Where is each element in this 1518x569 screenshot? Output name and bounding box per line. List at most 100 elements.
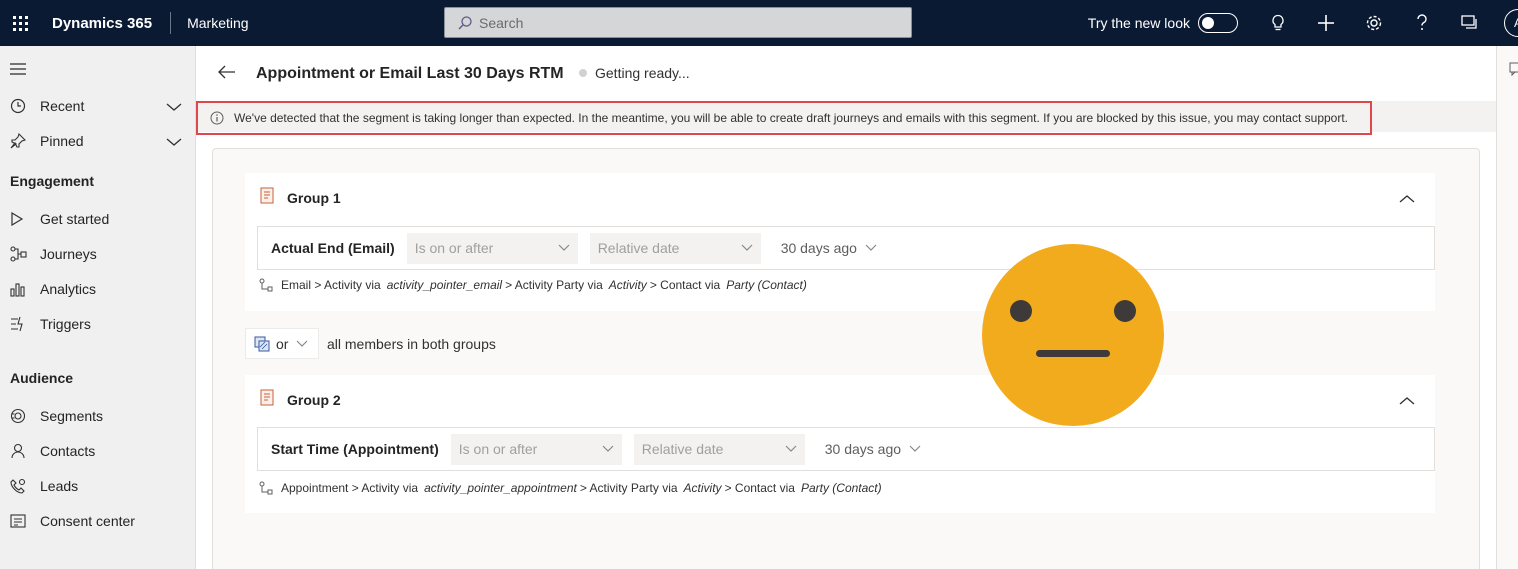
path-segment: > Contact via <box>724 481 795 495</box>
chevron-down-icon <box>865 244 877 251</box>
relationship-icon <box>259 278 273 292</box>
chat-icon[interactable] <box>1509 62 1518 79</box>
path-segment: > Activity Party via <box>579 481 678 495</box>
trigger-icon <box>10 316 30 332</box>
group-icon <box>259 389 277 410</box>
sidebar-item-label: Triggers <box>40 315 91 332</box>
combinator-description: all members in both groups <box>327 335 496 352</box>
search-placeholder: Search <box>479 14 524 31</box>
sidebar-item-label: Consent center <box>40 512 135 529</box>
plus-icon[interactable] <box>1302 0 1350 46</box>
path-segment: Activity <box>683 481 722 495</box>
search-box[interactable]: Search <box>444 7 912 38</box>
attribute-name: Start Time (Appointment) <box>271 441 439 457</box>
sidebar-item-journeys[interactable]: Journeys <box>0 236 196 271</box>
path-segment: > Contact via <box>649 278 721 292</box>
status-text: Getting ready... <box>595 65 690 81</box>
chevron-down-icon <box>909 445 921 452</box>
combinator-dropdown[interactable]: or <box>245 328 319 359</box>
try-new-look-label: Try the new look <box>1087 15 1190 31</box>
relative-value-dropdown[interactable]: 30 days ago <box>773 233 885 264</box>
combinator-row: or all members in both groups <box>245 328 496 359</box>
operator-dropdown[interactable]: Is on or after <box>406 232 578 264</box>
hamburger-icon[interactable] <box>10 62 26 78</box>
new-look-toggle[interactable] <box>1198 13 1238 33</box>
sidebar-heading-audience: Audience <box>10 370 74 386</box>
relationship-path: Email > Activity via activity_pointer_em… <box>259 278 810 292</box>
path-segment: activity_pointer_email <box>386 278 503 292</box>
module-name[interactable]: Marketing <box>187 15 248 31</box>
operator-value: Is on or after <box>414 240 494 256</box>
person-icon <box>10 443 30 459</box>
sidebar-item-label: Leads <box>40 477 79 494</box>
app-name[interactable]: Dynamics 365 <box>52 15 152 32</box>
value-type-dropdown[interactable]: Relative date <box>633 433 805 465</box>
condition-row: Start Time (Appointment) Is on or after … <box>257 427 1435 471</box>
analytics-icon <box>10 281 30 297</box>
value-type-value: Relative date <box>641 441 724 457</box>
sidebar-item-analytics[interactable]: Analytics <box>0 271 196 306</box>
group-title: Group 2 <box>287 391 341 408</box>
main-content: Appointment or Email Last 30 Days RTM Ge… <box>196 46 1518 569</box>
page-title: Appointment or Email Last 30 Days RTM <box>256 65 564 82</box>
sidebar-item-recent[interactable]: Recent <box>0 88 196 123</box>
sidebar-heading-engagement: Engagement <box>10 173 95 189</box>
app-launcher-button[interactable] <box>0 0 40 46</box>
value-type-dropdown[interactable]: Relative date <box>589 232 761 264</box>
sidebar-item-label: Get started <box>40 210 110 227</box>
operator-dropdown[interactable]: Is on or after <box>450 433 622 465</box>
segment-canvas: Group 1 Actual End (Email) Is on or afte… <box>212 148 1480 569</box>
path-segment: Party (Contact) <box>800 481 882 495</box>
clock-icon <box>10 98 30 114</box>
group-card-1: Group 1 Actual End (Email) Is on or afte… <box>245 173 1435 311</box>
combine-icon <box>254 336 270 351</box>
path-segment: Email > Activity via <box>281 278 381 292</box>
path-segment: Appointment > Activity via <box>281 481 419 495</box>
sidebar-item-contacts[interactable]: Contacts <box>0 433 196 468</box>
chevron-down-icon <box>558 244 570 251</box>
attribute-name: Actual End (Email) <box>271 240 395 256</box>
sidebar-item-label: Pinned <box>40 132 84 149</box>
sidebar-item-label: Contacts <box>40 442 96 459</box>
combinator-value: or <box>276 335 289 352</box>
relative-value: 30 days ago <box>780 240 857 256</box>
sidebar-item-leads[interactable]: Leads <box>0 468 196 503</box>
warning-banner: We've detected that the segment is takin… <box>196 101 1372 135</box>
sidebar-item-get-started[interactable]: Get started <box>0 201 196 236</box>
back-arrow-icon[interactable] <box>218 65 236 82</box>
chevron-down-icon <box>741 244 753 251</box>
path-segment: > Activity Party via <box>505 278 603 292</box>
search-icon <box>458 15 472 29</box>
pin-icon <box>10 132 30 149</box>
path-segment: Activity <box>608 278 647 292</box>
leads-icon <box>10 478 30 494</box>
avatar[interactable]: A <box>1504 9 1518 37</box>
sidebar-item-pinned[interactable]: Pinned <box>0 123 196 158</box>
relative-value: 30 days ago <box>824 441 902 457</box>
chevron-up-icon[interactable] <box>1399 191 1415 207</box>
chevron-up-icon[interactable] <box>1399 393 1415 409</box>
sidebar-item-consent-center[interactable]: Consent center <box>0 503 196 538</box>
help-icon[interactable] <box>1398 0 1446 46</box>
waffle-icon <box>12 15 28 31</box>
chevron-down-icon[interactable] <box>166 99 182 115</box>
top-bar: Dynamics 365 Marketing Search Try the ne… <box>0 0 1518 46</box>
warning-text: We've detected that the segment is takin… <box>234 111 1349 125</box>
path-segment: Party (Contact) <box>726 278 807 292</box>
consent-icon <box>10 513 30 528</box>
path-segment: activity_pointer_appointment <box>424 481 577 495</box>
value-type-value: Relative date <box>597 240 680 256</box>
journey-icon <box>10 245 30 262</box>
feedback-icon[interactable] <box>1446 0 1494 46</box>
info-icon <box>210 111 224 125</box>
gear-icon[interactable] <box>1350 0 1398 46</box>
sidebar-item-triggers[interactable]: Triggers <box>0 306 196 341</box>
lightbulb-icon[interactable] <box>1254 0 1302 46</box>
header-divider <box>170 12 172 34</box>
sidebar-item-segments[interactable]: Segments <box>0 398 196 433</box>
neutral-face-emoji-icon <box>982 244 1164 426</box>
relative-value-dropdown[interactable]: 30 days ago <box>817 434 929 465</box>
group-icon <box>259 187 277 208</box>
chevron-down-icon[interactable] <box>166 134 182 150</box>
sidebar-item-label: Segments <box>40 407 104 424</box>
